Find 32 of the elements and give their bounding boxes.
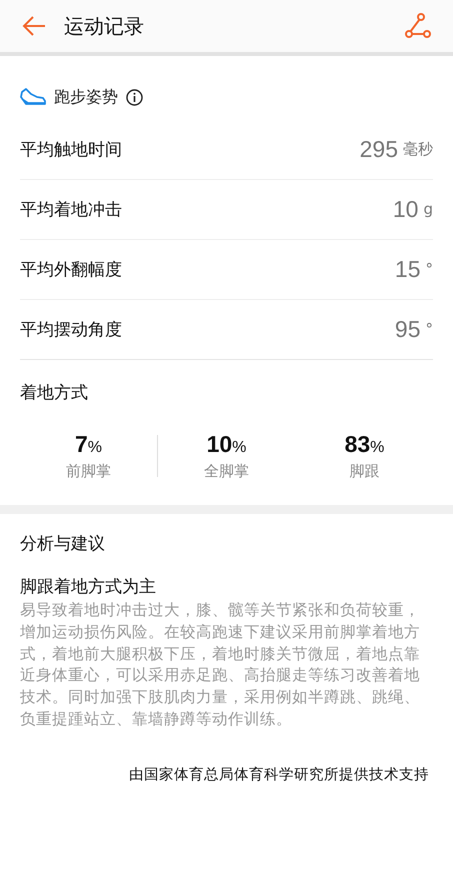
shoe-icon <box>20 87 46 107</box>
metric-unit: ° <box>426 260 433 278</box>
stat-unit: % <box>88 439 102 457</box>
metric-value: 95 <box>394 316 420 343</box>
metric-label: 平均着地冲击 <box>20 199 122 221</box>
metric-unit: ° <box>426 320 433 338</box>
stat-label: 脚跟 <box>350 462 380 481</box>
metric-value: 15 <box>394 256 420 283</box>
section-title: 跑步姿势 <box>54 86 118 108</box>
metric-value: 10 <box>392 196 418 223</box>
stat-value: 10 <box>206 431 232 458</box>
metric-unit: 毫秒 <box>403 140 433 159</box>
back-arrow-icon[interactable] <box>22 16 46 36</box>
metric-label: 平均触地时间 <box>20 139 122 161</box>
analysis-title: 分析与建议 <box>20 533 106 555</box>
credit-text: 由国家体育总局体育科学研究所提供技术支持 <box>129 766 429 784</box>
analysis-text: 易导致着地时冲击过大，膝、髋等关节紧张和负荷较重，增加运动损伤风险。在较高跑速下建议采用前脚掌着地方式，着地前大腿积极下压，着地时膝关节微屈，着地点靠近身体重心，可以采用赤足跑、高抬腿走等练习改善着地技术。同时加强下肢肌肉力量，采用例如半蹲跳、跳绳、负重提踵站立、靠墙静蹲等动作训练。 <box>20 600 421 730</box>
landing-title: 着地方式 <box>20 382 89 404</box>
metric-value: 295 <box>360 136 398 163</box>
stat-value: 83 <box>344 431 370 458</box>
metric-label: 平均摆动角度 <box>20 319 122 341</box>
info-icon[interactable] <box>126 88 143 106</box>
metric-label: 平均外翻幅度 <box>20 259 122 281</box>
metric-unit: g <box>423 200 433 218</box>
page-title: 运动记录 <box>64 12 145 40</box>
analysis-headline: 脚跟着地方式为主 <box>20 576 157 598</box>
route-icon[interactable] <box>405 13 431 39</box>
stat-unit: % <box>232 439 246 457</box>
stat-value: 7 <box>74 431 88 458</box>
stat-label: 全脚掌 <box>204 462 249 481</box>
stat-label: 前脚掌 <box>66 462 111 481</box>
stat-unit: % <box>370 439 384 457</box>
